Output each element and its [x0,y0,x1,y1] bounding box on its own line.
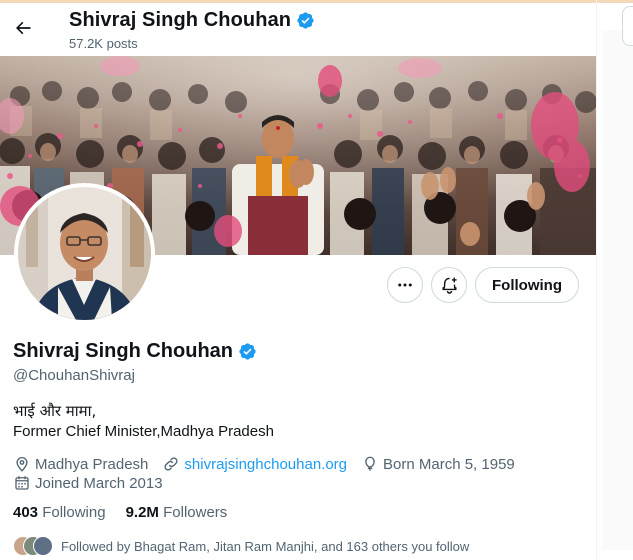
right-column-search-box[interactable] [622,6,633,46]
location-text: Madhya Pradesh [35,455,149,473]
header-name-text: Shivraj Singh Chouhan [69,9,292,31]
following-count: 403 [13,504,39,521]
followers-count: 9.2M [125,504,159,521]
follow-counts: 403 Following 9.2M Followers [13,504,227,521]
more-dots-icon [398,283,412,287]
right-column [602,30,633,550]
avatar-image [18,187,151,320]
location-pin-icon [16,457,28,472]
meta-location: Madhya Pradesh [13,455,148,473]
profile-handle: @ChouhanShivraj [13,367,135,384]
back-button[interactable] [8,13,38,43]
verified-badge-icon [297,12,314,29]
meta-joined: Joined March 2013 [13,474,163,492]
following-button[interactable]: Following [475,267,579,303]
arrow-left-icon [16,21,31,35]
mini-avatar [33,536,53,556]
followers-count-link[interactable]: 9.2M Followers [126,504,228,521]
profile-header: Shivraj Singh Chouhan 57.2K posts [0,3,596,56]
joined-text: Joined March 2013 [35,474,163,492]
following-count-link[interactable]: 403 Following [13,504,106,521]
more-options-button[interactable] [387,267,423,303]
followed-by-row[interactable]: Followed by Bhagat Ram, Jitan Ram Manjhi… [13,535,469,557]
profile-name-text: Shivraj Singh Chouhan [13,340,234,362]
notifications-button[interactable] [431,267,467,303]
post-count: 57.2K posts [69,36,138,51]
link-icon [164,457,178,471]
header-title: Shivraj Singh Chouhan [69,9,315,32]
website-link[interactable]: shivrajsinghchouhan.org [184,456,347,473]
born-text: Born March 5, 1959 [383,455,515,473]
bio-line-1: भाई और मामा, [13,402,97,420]
following-count-label: Following [42,504,106,521]
verified-badge-icon[interactable] [238,342,257,361]
profile-meta-row: Madhya Pradesh shivrajsinghchouhan.org B… [13,454,529,474]
meta-born: Born March 5, 1959 [361,455,515,473]
column-divider [596,0,597,560]
bio-line-2: Former Chief Minister,Madhya Pradesh [13,423,274,440]
followers-count-label: Followers [163,504,228,521]
profile-name: Shivraj Singh Chouhan [13,340,257,363]
profile-meta-row-2: Joined March 2013 [13,473,177,493]
followed-by-text: Followed by Bhagat Ram, Jitan Ram Manjhi… [61,538,470,554]
bell-plus-icon [441,277,457,294]
profile-avatar[interactable] [14,183,155,324]
balloon-icon [365,456,375,471]
follower-avatars [13,536,53,556]
meta-website: shivrajsinghchouhan.org [162,455,347,473]
calendar-icon [15,476,29,490]
